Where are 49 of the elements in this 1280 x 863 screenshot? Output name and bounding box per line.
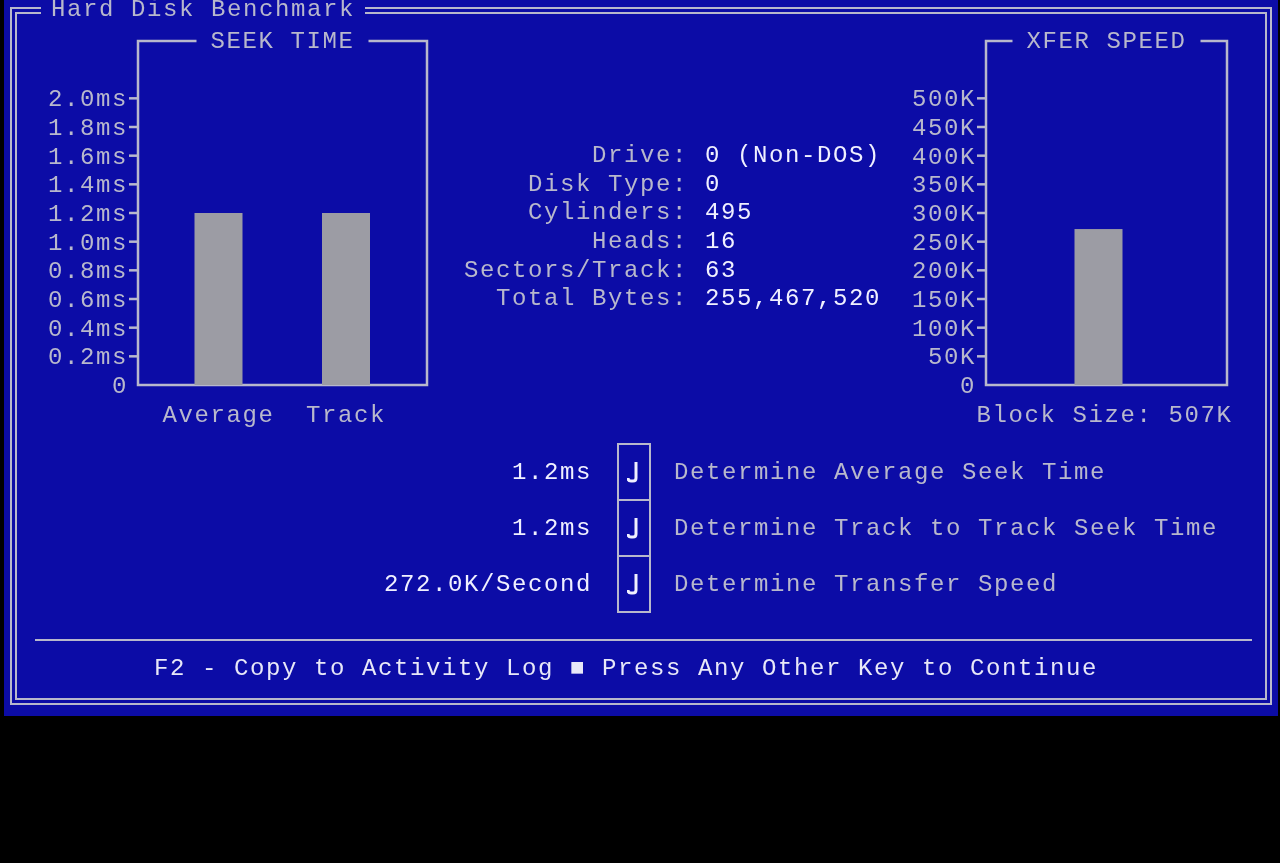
axis-label: 400K [912, 143, 976, 171]
field-label: Drive: [591, 141, 688, 169]
chart-title: SEEK TIME [210, 28, 355, 55]
axis-label: 1.2ms [48, 201, 128, 228]
axis-label: 0.2ms [48, 344, 128, 372]
axis-label: 350K [912, 172, 976, 200]
status-bar-text: F2 - Copy to Activity Log ■ Press Any Other Key to Continue [152, 655, 1100, 682]
field-value: 495 [705, 199, 754, 227]
axis-title: Block Size: 507K [976, 402, 1233, 429]
axis-label: 100K [912, 315, 976, 343]
field-value: 255,467,520 [705, 285, 883, 313]
field-value: 0 (Non-DOS) [705, 141, 883, 169]
axis-label: 1.8ms [48, 115, 128, 142]
field-value: 16 [705, 227, 738, 255]
axis-label: 450K [912, 115, 976, 142]
axis-label: 1.6ms [48, 143, 128, 171]
chart-title: XFER SPEED [1026, 28, 1187, 55]
test-label: Determine Track to Track Seek Time [674, 514, 1219, 542]
axis-label: 2.0ms [48, 86, 128, 114]
axis-label: 1.0ms [48, 229, 128, 257]
axis-label: 250K [912, 229, 976, 257]
axis-label: 0.4ms [48, 315, 128, 343]
field-label: Disk Type: [526, 170, 688, 198]
result-value: 1.2ms [511, 458, 592, 486]
axis-label: 0 [112, 373, 128, 400]
axis-label: 50K [928, 344, 976, 372]
field-label: Heads: [591, 227, 688, 255]
check-icon [627, 517, 641, 539]
result-value: 1.2ms [511, 514, 592, 542]
field-label: Sectors/Track: [462, 256, 688, 284]
axis-label: 500K [912, 86, 976, 114]
result-value: 272.0K/Second [382, 570, 592, 598]
category-label: Track [306, 402, 386, 429]
axis-label: 150K [912, 287, 976, 314]
axis-label: 0 [960, 373, 976, 400]
field-value: 63 [705, 256, 738, 284]
axis-label: 0.8ms [48, 258, 128, 286]
field-value: 0 [705, 170, 722, 198]
test-label: Determine Average Seek Time [674, 458, 1107, 486]
check-icon [627, 461, 641, 483]
axis-label: 0.6ms [48, 287, 128, 314]
axis-label: 200K [912, 258, 976, 286]
field-label: Cylinders: [526, 199, 688, 227]
test-label: Determine Transfer Speed [674, 570, 1059, 598]
axis-label: 300K [912, 201, 976, 228]
field-label: Total Bytes: [494, 285, 688, 313]
check-icon [627, 573, 641, 595]
category-label: Average [162, 402, 275, 429]
axis-label: 1.4ms [48, 172, 128, 200]
